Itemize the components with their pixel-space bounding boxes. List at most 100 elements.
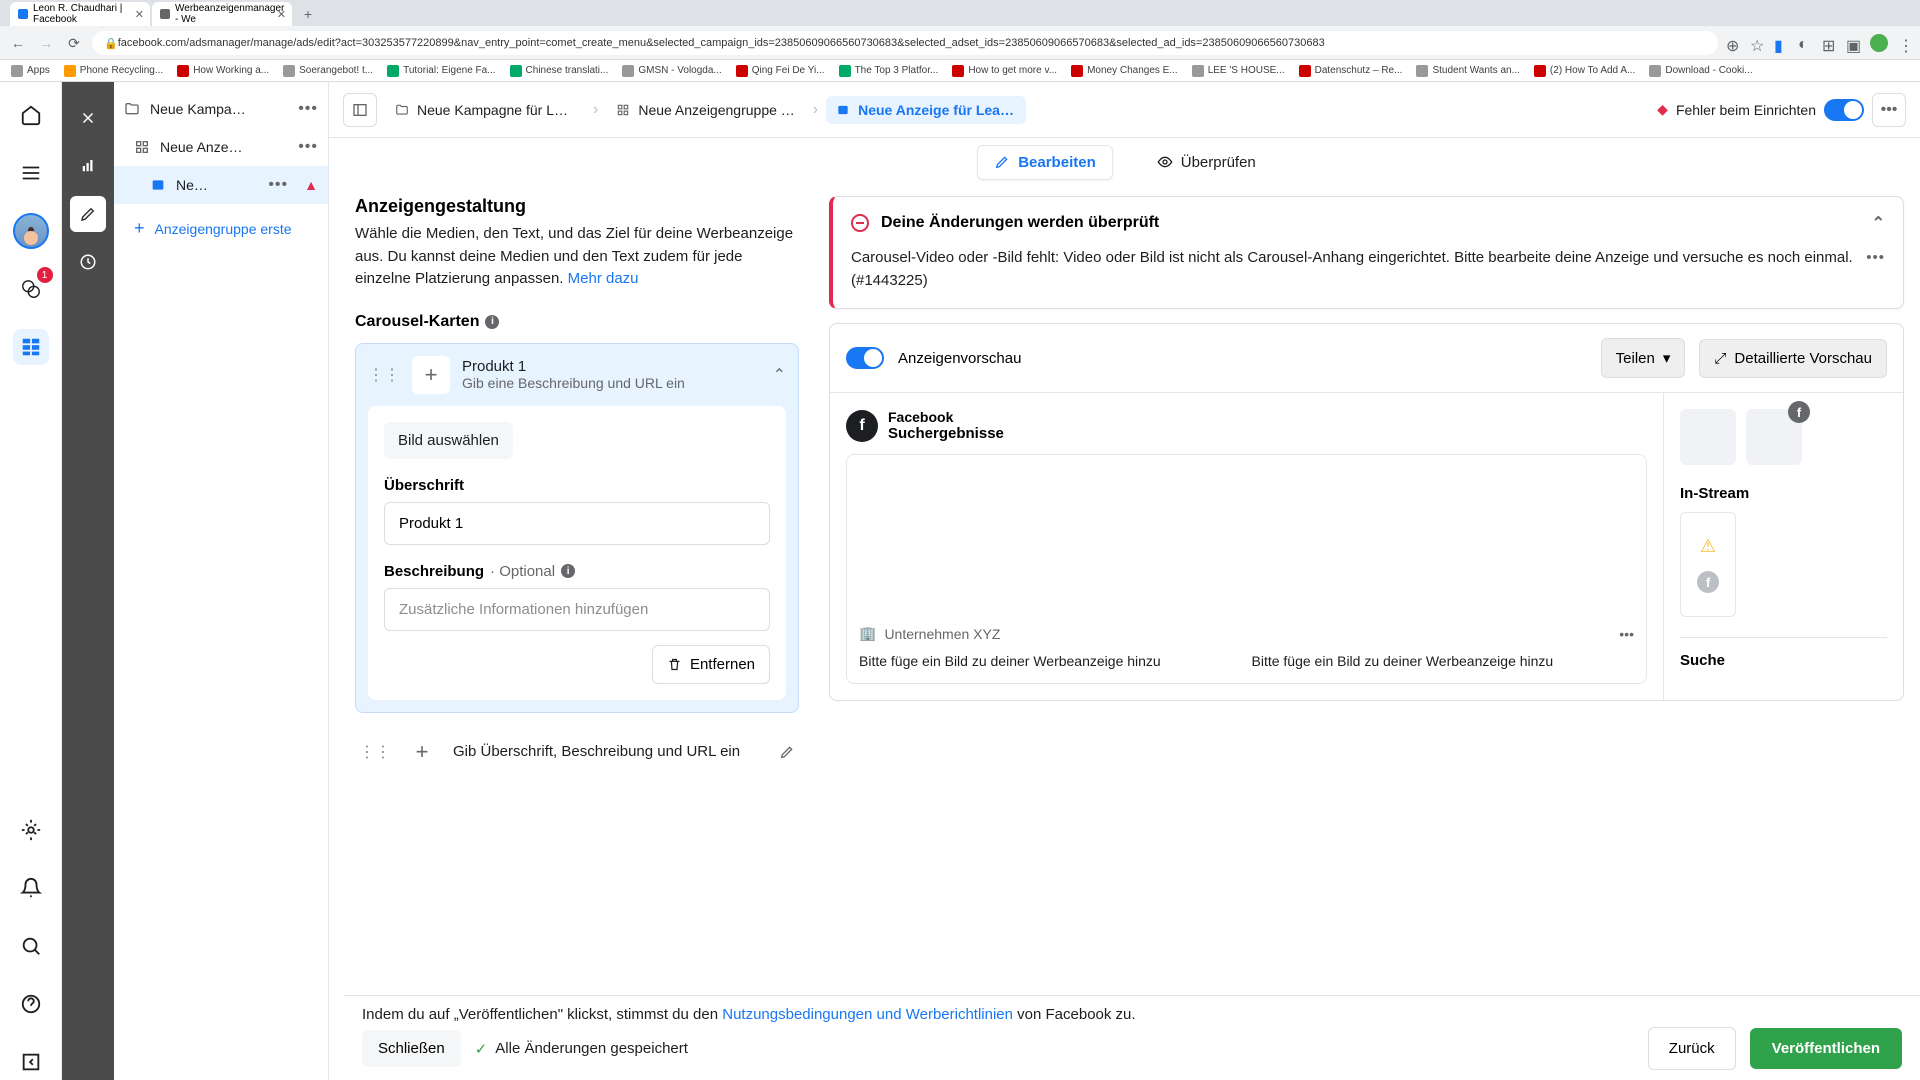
history-icon[interactable] xyxy=(70,244,106,280)
bookmark-item[interactable]: How Working a... xyxy=(174,63,272,79)
select-image-button[interactable]: Bild auswählen xyxy=(384,422,513,459)
carousel-card-collapsed[interactable]: ⋮⋮ + Gib Überschrift, Beschreibung und U… xyxy=(355,725,799,779)
back-button[interactable]: Zurück xyxy=(1648,1027,1736,1070)
avatar[interactable] xyxy=(13,213,49,249)
headline-input[interactable] xyxy=(384,502,770,545)
tree-ad[interactable]: Ne… ••• ▲ xyxy=(114,166,328,204)
chart-icon[interactable] xyxy=(70,148,106,184)
publish-button[interactable]: Veröffentlichen xyxy=(1750,1028,1902,1069)
info-icon[interactable]: i xyxy=(561,564,575,578)
back-button[interactable]: ← xyxy=(8,33,28,53)
ad-icon xyxy=(836,103,850,117)
collapse-icon[interactable] xyxy=(13,1044,49,1080)
browser-tab[interactable]: Leon R. Chaudhari | Facebook✕ xyxy=(10,2,150,26)
more-icon[interactable]: ••• xyxy=(1619,626,1634,642)
more-icon[interactable]: ••• xyxy=(298,138,318,156)
warning-icon: ⚠ xyxy=(1700,536,1716,557)
avatar-icon[interactable] xyxy=(1870,34,1888,52)
bookmark-item[interactable]: Student Wants an... xyxy=(1413,63,1522,79)
ext-icon[interactable]: ▮ xyxy=(1774,36,1788,50)
bookmark-item[interactable]: The Top 3 Platfor... xyxy=(836,63,942,79)
badge: 1 xyxy=(37,267,53,283)
chevron-right-icon: › xyxy=(593,101,598,119)
chevron-up-icon[interactable]: ⌃ xyxy=(773,365,786,385)
bookmark-item[interactable]: Soerangebot! t... xyxy=(280,63,376,79)
ext-icon[interactable]: ▣ xyxy=(1846,36,1860,50)
more-button[interactable]: ••• xyxy=(1872,93,1906,127)
bookmark-item[interactable]: Apps xyxy=(8,63,53,79)
thumbnail[interactable]: f xyxy=(1746,409,1802,465)
drag-handle-icon[interactable]: ⋮⋮ xyxy=(368,365,400,385)
menu-icon[interactable] xyxy=(13,155,49,191)
section-description: Wähle die Medien, den Text, und das Ziel… xyxy=(355,223,799,291)
bookmark-item[interactable]: LEE 'S HOUSE... xyxy=(1189,63,1288,79)
reactions-icon[interactable]: 1 xyxy=(13,271,49,307)
card-subtitle: Gib Überschrift, Beschreibung und URL ei… xyxy=(453,743,767,760)
search-icon[interactable] xyxy=(13,928,49,964)
check-icon: ✓ xyxy=(475,1040,488,1058)
remove-button[interactable]: Entfernen xyxy=(652,645,770,684)
bookmark-item[interactable]: (2) How To Add A... xyxy=(1531,63,1638,79)
chevron-up-icon[interactable]: ⌃ xyxy=(1872,213,1885,233)
drag-handle-icon[interactable]: ⋮⋮ xyxy=(359,742,391,762)
close-icon[interactable]: ✕ xyxy=(135,8,144,21)
bc-adset[interactable]: Neue Anzeigengruppe … xyxy=(606,96,804,124)
bookmark-item[interactable]: Chinese translati... xyxy=(507,63,612,79)
card-header[interactable]: ⋮⋮ + Produkt 1 Gib eine Beschreibung und… xyxy=(368,356,786,394)
url-input[interactable]: 🔒 facebook.com/adsmanager/manage/ads/edi… xyxy=(92,31,1718,55)
bookmark-item[interactable]: How to get more v... xyxy=(949,63,1060,79)
edit-icon[interactable] xyxy=(779,744,795,760)
section-heading: Anzeigengestaltung xyxy=(355,196,799,217)
description-input[interactable] xyxy=(384,588,770,631)
bc-campaign[interactable]: Neue Kampagne für Le… xyxy=(385,96,585,124)
bookmark-item[interactable]: Tutorial: Eigene Fa... xyxy=(384,63,498,79)
bookmark-item[interactable]: Qing Fei De Yi... xyxy=(733,63,828,79)
star-icon[interactable]: ☆ xyxy=(1750,36,1764,50)
add-media-button[interactable]: + xyxy=(403,733,441,771)
side-rail: 1 xyxy=(0,82,62,1080)
more-icon[interactable]: ••• xyxy=(268,176,288,194)
info-icon[interactable]: i xyxy=(485,315,499,329)
toggle-switch[interactable] xyxy=(1824,99,1864,121)
add-adset-button[interactable]: +Anzeigengruppe erste xyxy=(114,204,328,253)
setup-error[interactable]: ◆Fehler beim Einrichten xyxy=(1657,101,1816,118)
ext-icon[interactable]: ◐ xyxy=(1798,36,1812,50)
preview-toggle[interactable] xyxy=(846,347,884,369)
bookmark-item[interactable]: GMSN - Vologda... xyxy=(619,63,724,79)
help-icon[interactable] xyxy=(13,986,49,1022)
home-icon[interactable] xyxy=(13,97,49,133)
menu-icon[interactable]: ⋮ xyxy=(1898,36,1912,50)
learn-more-link[interactable]: Mehr dazu xyxy=(568,270,639,287)
notifications-icon[interactable] xyxy=(13,870,49,906)
instream-thumbnail[interactable]: ⚠ f xyxy=(1680,512,1736,617)
thumbnail[interactable] xyxy=(1680,409,1736,465)
more-icon[interactable]: ••• xyxy=(1866,247,1885,270)
detailed-preview-button[interactable]: ⤢ Detaillierte Vorschau xyxy=(1699,339,1887,378)
tab-edit[interactable]: Bearbeiten xyxy=(977,145,1113,180)
more-icon[interactable]: ••• xyxy=(298,100,318,118)
bc-ad[interactable]: Neue Anzeige für Lead… xyxy=(826,96,1026,124)
close-button[interactable]: Schließen xyxy=(362,1030,461,1067)
close-icon[interactable]: ✕ xyxy=(277,8,286,21)
tab-review[interactable]: Überprüfen xyxy=(1141,146,1272,179)
share-button[interactable]: Teilen ▾ xyxy=(1601,338,1686,378)
bookmark-item[interactable]: Datenschutz – Re... xyxy=(1296,63,1406,79)
new-tab-button[interactable]: + xyxy=(298,4,318,24)
reload-button[interactable]: ⟳ xyxy=(64,33,84,53)
zoom-icon[interactable]: ⊕ xyxy=(1726,36,1740,50)
panel-toggle[interactable] xyxy=(343,93,377,127)
tree-adset[interactable]: Neue Anze… ••• xyxy=(114,128,328,166)
ads-grid-icon[interactable] xyxy=(13,329,49,365)
bookmark-item[interactable]: Phone Recycling... xyxy=(61,63,166,79)
settings-icon[interactable] xyxy=(13,812,49,848)
bookmark-item[interactable]: Money Changes E... xyxy=(1068,63,1181,79)
terms-link[interactable]: Nutzungsbedingungen und Werberichtlinien xyxy=(722,1006,1013,1023)
bookmark-item[interactable]: Download - Cooki... xyxy=(1646,63,1755,79)
edit-icon[interactable] xyxy=(70,196,106,232)
ext-icon[interactable]: ⊞ xyxy=(1822,36,1836,50)
close-button[interactable] xyxy=(70,100,106,136)
forward-button[interactable]: → xyxy=(36,33,56,53)
tree-campaign[interactable]: Neue Kampa… ••• xyxy=(114,90,328,128)
browser-tab[interactable]: Werbeanzeigenmanager - We✕ xyxy=(152,2,292,26)
add-media-button[interactable]: + xyxy=(412,356,450,394)
